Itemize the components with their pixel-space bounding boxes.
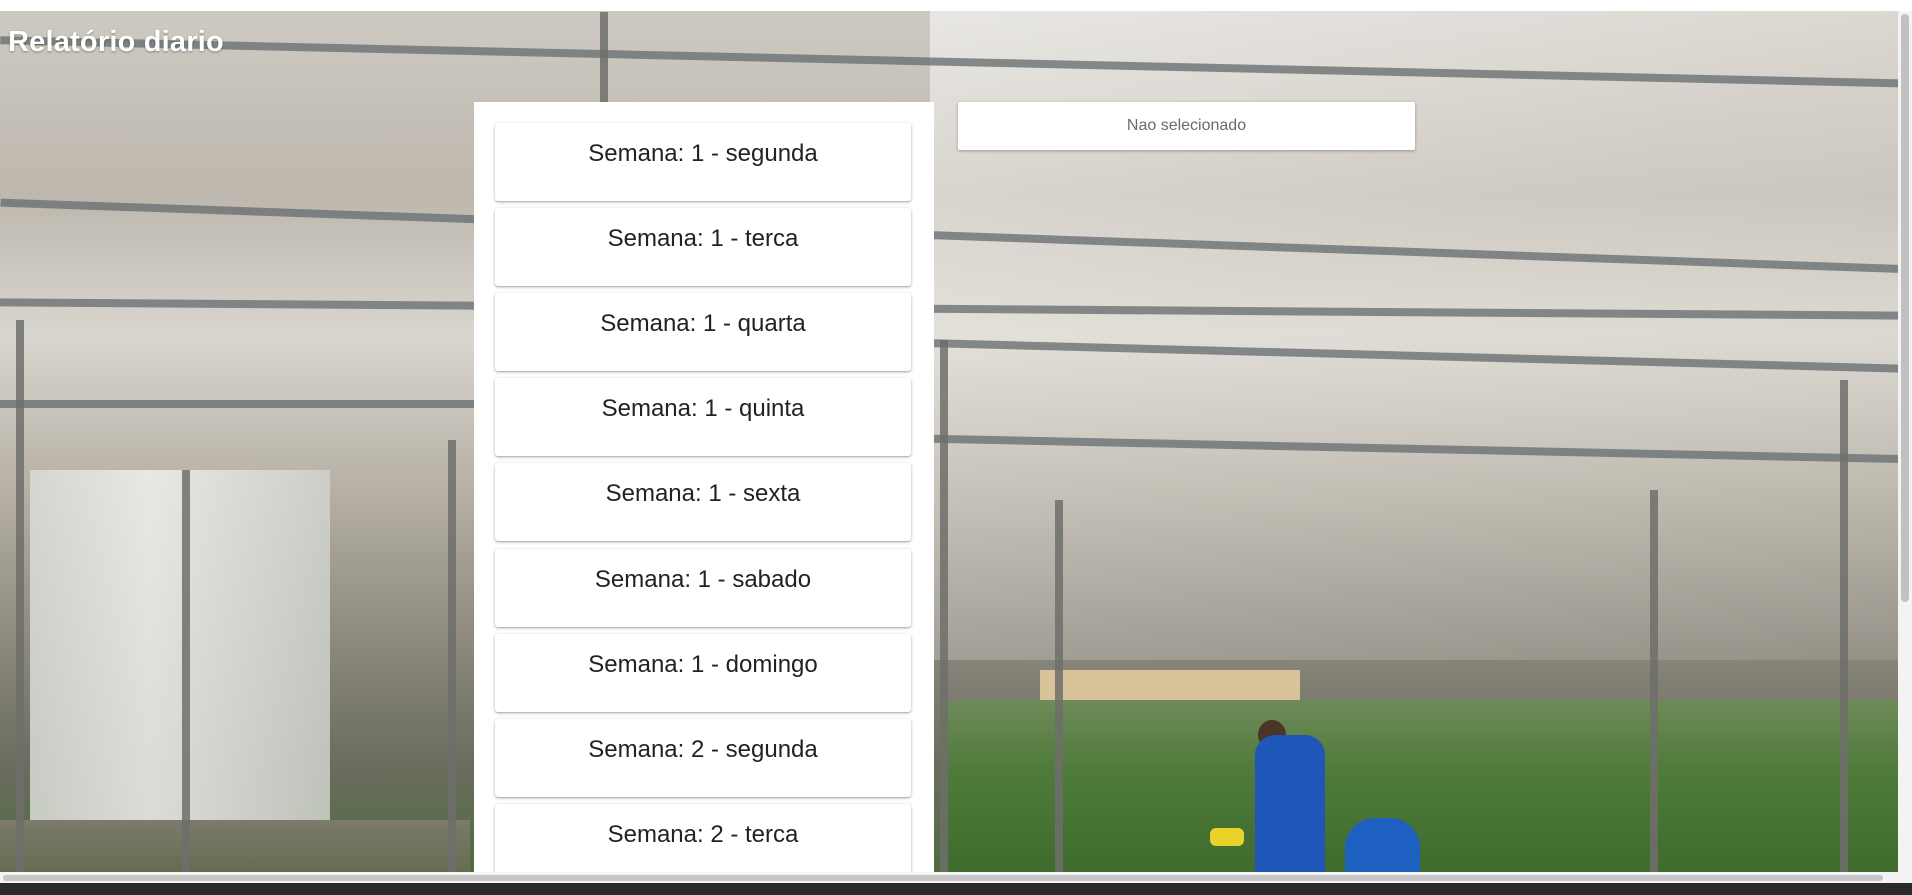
day-item-week1-thursday[interactable]: Semana: 1 - quinta bbox=[495, 378, 911, 456]
day-item-week1-sunday[interactable]: Semana: 1 - domingo bbox=[495, 634, 911, 712]
day-item-week1-monday[interactable]: Semana: 1 - segunda bbox=[495, 123, 911, 201]
bottom-bar bbox=[0, 883, 1912, 895]
page-title: Relatório diario bbox=[8, 26, 224, 58]
day-list-panel[interactable]: Semana: 1 - segunda Semana: 1 - terca Se… bbox=[474, 102, 934, 873]
day-item-week1-saturday[interactable]: Semana: 1 - sabado bbox=[495, 549, 911, 627]
horizontal-scrollbar-thumb[interactable] bbox=[3, 875, 1883, 881]
vertical-scrollbar-thumb[interactable] bbox=[1901, 14, 1909, 602]
selection-status: Nao selecionado bbox=[958, 102, 1415, 150]
day-item-week1-friday[interactable]: Semana: 1 - sexta bbox=[495, 463, 911, 541]
day-item-week1-tuesday[interactable]: Semana: 1 - terca bbox=[495, 208, 911, 286]
day-item-week1-wednesday[interactable]: Semana: 1 - quarta bbox=[495, 293, 911, 371]
top-edge bbox=[0, 0, 1912, 11]
day-item-week2-monday[interactable]: Semana: 2 - segunda bbox=[495, 719, 911, 797]
greenhouse-background-image bbox=[0, 0, 1912, 883]
day-item-week2-tuesday[interactable]: Semana: 2 - terca bbox=[495, 804, 911, 873]
